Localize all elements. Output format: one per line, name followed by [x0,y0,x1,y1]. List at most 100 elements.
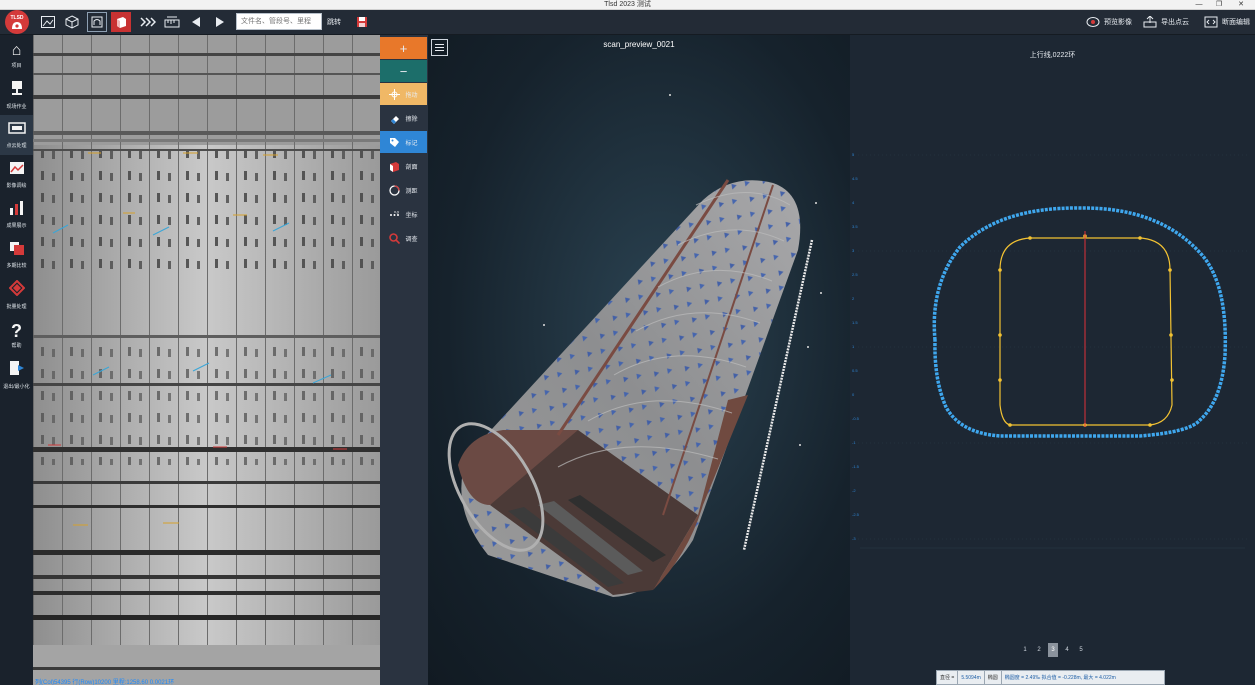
page-button-active[interactable]: 3 [1048,643,1058,657]
section-edit-label: 断面编辑 [1222,19,1250,26]
sidebar-item-label: 批量处理 [6,304,27,310]
sidebar-item-compare[interactable]: 多期比较 [0,235,33,275]
sidebar-item-field-work[interactable]: 现场作业 [0,75,33,115]
tool-tag-label: 标记 [405,140,418,147]
svg-text:-1.5: -1.5 [852,464,860,469]
svg-text:x,y: x,y [394,209,399,214]
tool-profile[interactable]: 剖面 [380,155,427,177]
close-button[interactable]: ✕ [1234,0,1248,9]
page-button[interactable]: 1 [1020,643,1030,657]
svg-text:2.5: 2.5 [852,272,858,277]
previous-button[interactable] [186,12,206,32]
svg-text:0: 0 [852,392,855,397]
svg-text:-2: -2 [852,488,856,493]
sidebar-item-results[interactable]: 成果展示 [0,195,33,235]
tool-coordinate[interactable]: x,y 坐标 [380,203,427,225]
diameter-label: 直径 = [937,671,959,684]
move-icon [389,88,401,100]
panorama-status-text: 列(Col)54395 行(Row)10200 里程:1258.60 0.002… [35,680,175,685]
triangle-right-icon [216,17,224,27]
sidebar-item-label: 影像调绘 [6,183,27,189]
svg-text:4: 4 [852,200,855,205]
image-view-button[interactable] [38,12,58,32]
page-button[interactable]: 5 [1076,643,1086,657]
cross-section-panel[interactable]: 上行线,0222环 5 4.5 4 3.5 3 2.5 2 1.5 1 0.5 0 -0.5 -1… [850,35,1255,685]
save-button[interactable] [352,12,372,32]
sidebar-item-project[interactable]: ⌂ 项目 [0,35,33,75]
sidebar-item-label: 退出/最小化 [3,384,30,390]
diameter-value: 5.5094m [958,671,985,684]
preview-image-label: 预览影像 [1104,19,1132,26]
svg-text:3: 3 [852,248,855,253]
section-icon [91,16,103,28]
svg-text:-1: -1 [852,440,856,445]
tool-inspect[interactable]: 调查 [380,227,427,249]
pointcloud-icon [7,121,26,140]
image-icon [9,161,25,180]
ellipse-label: 椭圆 [985,671,1002,684]
tool-inspect-label: 调查 [405,236,418,243]
cube-view-button[interactable] [62,12,82,32]
svg-text:-0.5: -0.5 [852,416,860,421]
sidebar-item-pointcloud[interactable]: 点云处理 [0,115,33,155]
tool-tag[interactable]: 标记 [380,131,427,153]
cross-section-plot: 5 4.5 4 3.5 3 2.5 2 1.5 1 0.5 0 -0.5 -1 -1.5 -2 -2.5… [852,152,1250,549]
section-pagination: 1 2 3 4 5 [1020,643,1086,657]
panorama-image-panel[interactable]: 列(Col)54395 行(Row)10200 里程:1258.60 0.002… [33,35,380,685]
tool-eraser-label: 擦除 [405,116,418,123]
window-title: Tlsd 2023 测试 [604,1,651,8]
section-edit-button[interactable]: 断面编辑 [1204,14,1250,30]
preview-image-button[interactable]: 预览影像 [1086,14,1132,30]
zoom-in-button[interactable]: + [380,37,427,59]
export-pointcloud-button[interactable]: 导出点云 [1143,14,1189,30]
scanner-icon [9,80,25,101]
sidebar-item-label: 项目 [11,62,22,69]
circle-icon [389,184,401,196]
tunnel-pointcloud [447,94,822,597]
sidebar-item-batch[interactable]: 批量处理 [0,275,33,315]
sidebar-item-label: 现场作业 [6,104,27,110]
svg-text:4.5: 4.5 [852,176,858,181]
compare-icon [9,241,25,260]
main-toolbar: 跳转 预览影像 导出点云 断面编辑 [0,10,1255,35]
tool-measure-label: 测距 [405,188,418,195]
minimize-button[interactable]: — [1192,0,1206,9]
page-button[interactable]: 4 [1062,643,1072,657]
tool-eraser[interactable]: 擦除 [380,107,427,129]
sidebar-item-exit[interactable]: 退出/最小化 [0,355,33,395]
help-icon: ? [11,320,22,341]
tool-measure[interactable]: 测距 [380,179,427,201]
chart-icon [9,201,25,220]
window-titlebar: Tlsd 2023 测试 — ❐ ✕ [0,0,1255,10]
restore-button[interactable]: ❐ [1212,0,1226,9]
sidebar: ⌂ 项目 现场作业 点云处理 影像调绘 成果展示 多期比较 批量处理 ? 帮助 … [0,35,33,685]
section-view-button[interactable] [87,12,107,32]
svg-text:5: 5 [852,152,855,157]
tool-move[interactable]: 拖动 [380,83,427,105]
zoom-out-button[interactable]: − [380,60,427,82]
ruler-button[interactable] [162,12,182,32]
search-input[interactable] [236,13,322,30]
eye-icon [1086,15,1100,29]
ruler-icon [164,16,180,28]
sidebar-item-label: 帮助 [11,342,22,349]
svg-text:3.5: 3.5 [852,224,858,229]
next-button[interactable] [210,12,230,32]
triangle-left-icon [192,17,200,27]
fast-forward-button[interactable] [138,12,158,32]
eraser-icon [389,113,400,124]
sidebar-item-help[interactable]: ? 帮助 [0,315,33,355]
svg-text:-3: -3 [852,536,856,541]
save-icon [357,17,367,27]
pointcloud-view-button[interactable] [111,12,131,32]
sidebar-item-label: 成果展示 [6,223,27,229]
sidebar-item-image-mapping[interactable]: 影像调绘 [0,155,33,195]
exit-icon [9,360,25,381]
page-button[interactable]: 2 [1034,643,1044,657]
pointcloud-3d-view[interactable]: scan_preview_0021 [428,35,850,685]
tool-move-label: 拖动 [405,92,418,99]
sidebar-item-label: 点云处理 [6,143,27,149]
section-info-bar: 直径 = 5.5094m 椭圆 椭圆度 = 2.49‰ 拟合值 = -0.228… [936,670,1165,685]
jump-button[interactable]: 跳转 [327,17,341,27]
export-pointcloud-label: 导出点云 [1161,19,1189,26]
